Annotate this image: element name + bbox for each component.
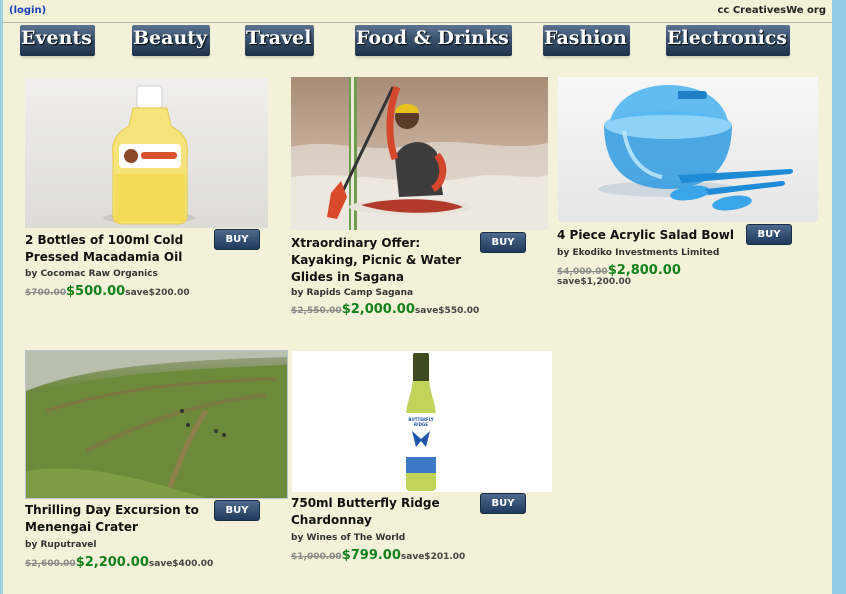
vendor-name: by Rapids Camp Sagana bbox=[291, 288, 414, 298]
buy-button[interactable]: BUY bbox=[480, 493, 526, 514]
top-bar: (login) cc CreativesWe org bbox=[3, 0, 832, 23]
buy-button[interactable]: BUY bbox=[214, 500, 260, 521]
buy-button[interactable]: BUY bbox=[480, 232, 526, 253]
old-price: $2,550.00 bbox=[291, 306, 342, 316]
deal-title[interactable]: 4 Piece Acrylic Salad Bowl bbox=[557, 227, 757, 244]
old-price: $4,000.00 bbox=[557, 267, 608, 277]
old-price: $1,000.00 bbox=[291, 552, 342, 562]
new-price: $2,000.00 bbox=[341, 302, 415, 317]
menengai-crater-image[interactable] bbox=[25, 350, 288, 499]
nav-tab-events[interactable]: Events bbox=[20, 25, 95, 56]
buy-button[interactable]: BUY bbox=[746, 224, 792, 245]
vendor-name: by Ekodiko Investments Limited bbox=[557, 248, 720, 258]
right-scroll-edge[interactable] bbox=[832, 0, 846, 594]
chardonnay-image[interactable]: BUTTERFLY RIDGE bbox=[292, 351, 552, 492]
login-link[interactable]: (login) bbox=[9, 5, 46, 16]
deal-title[interactable]: 2 Bottles of 100ml Cold Pressed Macadami… bbox=[25, 232, 205, 266]
nav-tab-food-drinks[interactable]: Food & Drinks bbox=[355, 25, 512, 56]
nav-tab-beauty[interactable]: Beauty bbox=[132, 25, 211, 56]
new-price: $500.00 bbox=[66, 284, 126, 299]
price-line: $4,000.00$2,800.00 bbox=[557, 259, 681, 278]
new-price: $2,200.00 bbox=[75, 555, 149, 570]
savings-amount: save$200.00 bbox=[125, 288, 190, 298]
price-line: $2,600.00$2,200.00save$400.00 bbox=[25, 551, 213, 570]
vendor-name: by Wines of The World bbox=[291, 533, 406, 543]
wine-label-text: BUTTERFLY RIDGE bbox=[408, 417, 434, 427]
deal-title[interactable]: Thrilling Day Excursion to Menengai Crat… bbox=[25, 502, 205, 536]
deal-title[interactable]: Xtraordinary Offer: Kayaking, Picnic & W… bbox=[291, 235, 471, 286]
price-line: $1,000.00$799.00save$201.00 bbox=[291, 544, 465, 563]
old-price: $2,600.00 bbox=[25, 559, 76, 569]
nav-tab-fashion[interactable]: Fashion bbox=[543, 25, 630, 56]
new-price: $799.00 bbox=[341, 548, 401, 563]
old-price: $700.00 bbox=[25, 288, 66, 298]
price-line: $2,550.00$2,000.00save$550.00 bbox=[291, 298, 479, 317]
vendor-name: by Ruputravel bbox=[25, 540, 97, 550]
savings-amount: save$550.00 bbox=[414, 306, 480, 316]
nav-tab-travel[interactable]: Travel bbox=[245, 25, 315, 56]
left-page-edge bbox=[0, 0, 3, 594]
kayaking-image[interactable] bbox=[291, 77, 548, 230]
macadamia-oil-image[interactable] bbox=[25, 78, 268, 228]
vendor-name: by Cocomac Raw Organics bbox=[25, 269, 158, 279]
deal-title[interactable]: 750ml Butterfly Ridge Chardonnay bbox=[291, 495, 471, 529]
savings-amount: save$1,200.00 bbox=[557, 277, 632, 287]
salad-bowl-image[interactable] bbox=[558, 77, 818, 222]
new-price: $2,800.00 bbox=[607, 263, 681, 278]
price-line: $700.00$500.00save$200.00 bbox=[25, 280, 190, 299]
brand-text: cc CreativesWe org bbox=[717, 5, 827, 16]
buy-button[interactable]: BUY bbox=[214, 229, 260, 250]
savings-amount: save$201.00 bbox=[400, 552, 466, 562]
nav-tab-electronics[interactable]: Electronics bbox=[666, 25, 791, 56]
savings-amount: save$400.00 bbox=[148, 559, 214, 569]
